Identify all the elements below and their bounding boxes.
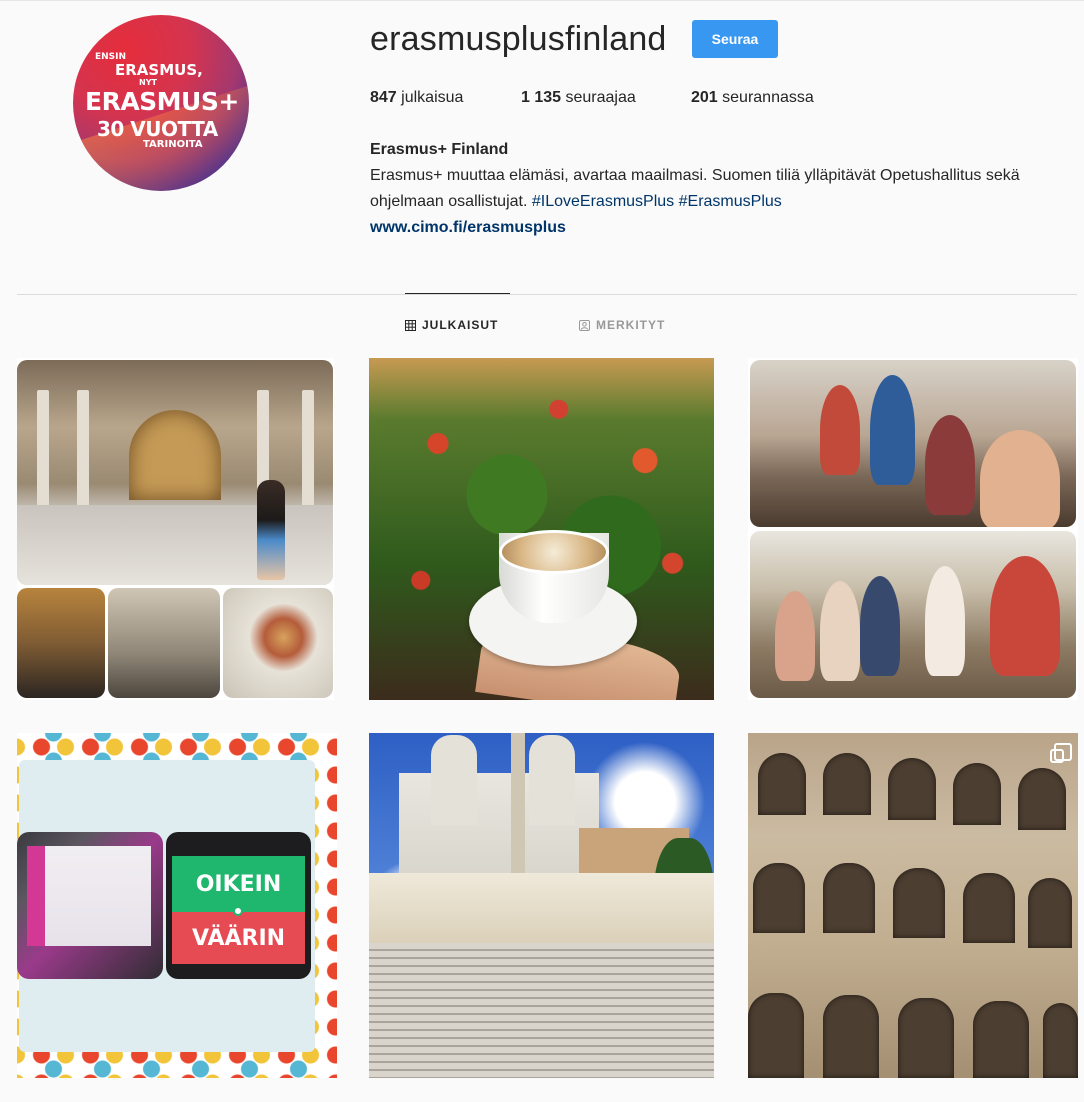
- post-thumbnail-friends-collage[interactable]: [748, 358, 1078, 700]
- church-interior-photo: [17, 360, 333, 585]
- follow-button[interactable]: Seuraa: [692, 20, 778, 58]
- hashtag-link[interactable]: #ILoveErasmusPlus: [532, 193, 674, 210]
- followers-count-label: seuraajaa: [565, 89, 636, 106]
- profile-full-name: Erasmus+ Finland: [370, 141, 509, 158]
- fresco-photo-small: [223, 588, 333, 698]
- avatar-text-line: ERASMUS+: [85, 87, 239, 116]
- church-photo-small: [17, 588, 105, 698]
- grid-icon: [405, 319, 416, 331]
- tab-posts-label: JULKAISUT: [422, 318, 499, 332]
- tab-tagged-label: MERKITYT: [596, 318, 666, 332]
- profile-bio: Erasmus+ Finland Erasmus+ muuttaa elämäs…: [370, 137, 1070, 241]
- friends-photo-top: [750, 360, 1076, 527]
- post-thumbnail-quiz[interactable]: OIKEIN VÄÄRIN: [17, 733, 337, 1078]
- tab-posts[interactable]: JULKAISUT: [405, 318, 498, 332]
- posts-count-label: julkaisua: [401, 89, 464, 106]
- top-border: [0, 0, 1084, 1]
- followers-count[interactable]: 1 135 seuraajaa: [521, 89, 636, 107]
- avatar-text-line: NYT: [139, 78, 157, 87]
- posts-count-value: 847: [370, 89, 397, 106]
- hashtag-link[interactable]: #ErasmusPlus: [679, 193, 782, 210]
- following-count[interactable]: 201 seurannassa: [691, 89, 814, 107]
- post-thumbnail-cappuccino[interactable]: [369, 358, 714, 700]
- bio-text-block: Erasmus+ muuttaa elämäsi, avartaa maailm…: [370, 163, 1070, 215]
- following-count-label: seurannassa: [722, 89, 814, 106]
- post-thumbnail-church-collage[interactable]: [17, 358, 334, 700]
- quiz-answer-correct: OIKEIN: [172, 856, 305, 912]
- profile-username: erasmusplusfinland: [370, 20, 667, 58]
- tab-tagged[interactable]: MERKITYT: [579, 318, 665, 332]
- active-tab-indicator: [405, 293, 510, 294]
- avatar-text-line: TARINOITA: [143, 139, 203, 150]
- laptop-photo: [17, 832, 163, 979]
- avatar-text-line: 30 VUOTTA: [97, 117, 218, 141]
- avatar-text-line: ERASMUS,: [115, 61, 203, 79]
- posts-count: 847 julkaisua: [370, 89, 463, 107]
- following-count-value: 201: [691, 89, 718, 106]
- tabs-divider: [17, 294, 1077, 295]
- statue-photo-small: [108, 588, 220, 698]
- friends-photo-bottom: [750, 531, 1076, 698]
- multi-photo-icon: [1050, 743, 1072, 763]
- bio-website-link[interactable]: www.cimo.fi/erasmusplus: [370, 215, 1070, 241]
- followers-count-value: 1 135: [521, 89, 562, 106]
- post-thumbnail-spanish-steps[interactable]: [369, 733, 714, 1078]
- tagged-icon: [579, 319, 590, 331]
- phone-photo: OIKEIN VÄÄRIN: [166, 832, 311, 979]
- profile-avatar[interactable]: ENSIN ERASMUS, NYT ERASMUS+ 30 VUOTTA TA…: [73, 15, 249, 191]
- post-thumbnail-colosseum[interactable]: [748, 733, 1078, 1078]
- quiz-answer-wrong: VÄÄRIN: [172, 912, 305, 964]
